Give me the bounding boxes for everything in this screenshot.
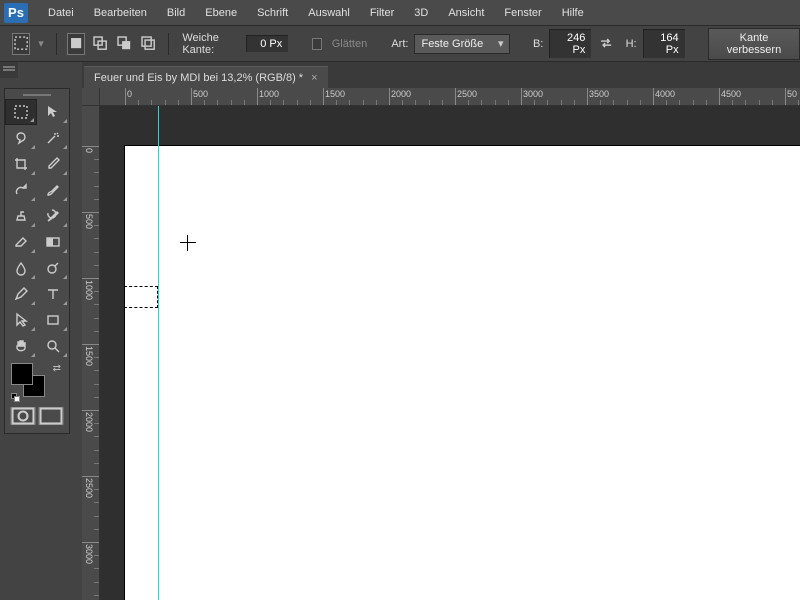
tool-move[interactable] [37, 99, 69, 125]
ruler-v-label: 1500 [84, 346, 94, 366]
width-label: B: [533, 38, 543, 50]
tool-zoom[interactable] [37, 333, 69, 359]
height-input[interactable]: 164 Px [643, 29, 685, 58]
tool-pen[interactable] [5, 281, 37, 307]
panel-collapse-grip[interactable] [0, 62, 18, 78]
ruler-v-label: 500 [84, 214, 94, 229]
tool-gradient[interactable] [37, 229, 69, 255]
crosshair-cursor-icon [180, 235, 196, 251]
style-select[interactable]: Feste Größe▾ [414, 34, 510, 54]
tool-history-brush[interactable] [37, 203, 69, 229]
menu-bearbeiten[interactable]: Bearbeiten [84, 3, 157, 23]
menu-filter[interactable]: Filter [360, 3, 404, 23]
style-label: Art: [391, 38, 408, 50]
menubar: Ps Datei Bearbeiten Bild Ebene Schrift A… [0, 0, 800, 26]
tool-path-select[interactable] [5, 307, 37, 333]
antialias-label: Glätten [332, 38, 367, 50]
tool-type[interactable] [37, 281, 69, 307]
menu-3d[interactable]: 3D [404, 3, 438, 23]
ruler-h-label: 4500 [721, 89, 741, 99]
height-label: H: [626, 38, 637, 50]
tools-grip[interactable] [5, 91, 69, 99]
ruler-horizontal[interactable]: 0 500 1000 1500 2000 2500 3000 3500 4000 4500 50 [100, 88, 800, 106]
ruler-vertical[interactable]: 0 500 1000 1500 2000 2500 3000 [82, 106, 100, 600]
document-tab[interactable]: Feuer und Eis by MDI bei 13,2% (RGB/8) *… [84, 66, 328, 88]
ruler-h-label: 2500 [457, 89, 477, 99]
ruler-origin[interactable] [82, 88, 100, 106]
feather-label: Weiche Kante: [182, 32, 240, 56]
menu-ebene[interactable]: Ebene [195, 3, 247, 23]
screenmode-icon[interactable] [38, 407, 64, 425]
tool-eraser[interactable] [5, 229, 37, 255]
tool-lasso[interactable] [5, 125, 37, 151]
swap-colors-icon[interactable]: ⇄ [53, 363, 61, 374]
app-logo: Ps [4, 3, 28, 23]
menu-bild[interactable]: Bild [157, 3, 195, 23]
tool-preset-marquee-icon[interactable] [12, 33, 30, 55]
ruler-h-label: 3500 [589, 89, 609, 99]
ruler-h-label: 2000 [391, 89, 411, 99]
document-view[interactable] [100, 106, 800, 600]
tool-crop[interactable] [5, 151, 37, 177]
ruler-v-label: 3000 [84, 544, 94, 564]
marquee-selection[interactable] [124, 286, 158, 308]
ruler-h-label: 1000 [259, 89, 279, 99]
tool-clone-stamp[interactable] [5, 203, 37, 229]
ruler-v-label: 0 [84, 148, 94, 153]
tool-dodge[interactable] [37, 255, 69, 281]
menu-schrift[interactable]: Schrift [247, 3, 298, 23]
selection-add-icon[interactable] [91, 33, 109, 55]
width-input[interactable]: 246 Px [549, 29, 591, 58]
ruler-h-label: 1500 [325, 89, 345, 99]
ruler-v-label: 2500 [84, 478, 94, 498]
feather-input[interactable]: 0 Px [246, 35, 288, 52]
document-tab-title: Feuer und Eis by MDI bei 13,2% (RGB/8) * [94, 72, 303, 84]
menu-hilfe[interactable]: Hilfe [552, 3, 594, 23]
tool-eyedropper[interactable] [37, 151, 69, 177]
canvas[interactable] [125, 146, 800, 600]
dropdown-caret-icon[interactable]: ▾ [38, 37, 44, 50]
document-tab-bar: Feuer und Eis by MDI bei 13,2% (RGB/8) *… [82, 62, 800, 88]
ruler-v-label: 2000 [84, 412, 94, 432]
ruler-v-label: 1000 [84, 280, 94, 300]
swatches: ⇄ [11, 363, 63, 403]
menu-datei[interactable]: Datei [38, 3, 84, 23]
antialias-checkbox[interactable] [312, 38, 322, 50]
tool-blur[interactable] [5, 255, 37, 281]
quickmask-icon[interactable] [10, 407, 36, 425]
tool-rectangle[interactable] [37, 307, 69, 333]
guide-vertical[interactable] [158, 106, 159, 600]
ruler-h-label: 50 [787, 89, 797, 99]
menu-fenster[interactable]: Fenster [494, 3, 551, 23]
selection-subtract-icon[interactable] [115, 33, 133, 55]
menu-ansicht[interactable]: Ansicht [438, 3, 494, 23]
work-area: 0 500 1000 1500 2000 2500 3000 3500 4000 4500 50 0… [82, 88, 800, 600]
foreground-swatch[interactable] [11, 363, 33, 385]
selection-new-icon[interactable] [67, 33, 85, 55]
tool-magic-wand[interactable] [37, 125, 69, 151]
close-icon[interactable]: × [311, 72, 317, 84]
tool-brush[interactable] [37, 177, 69, 203]
tools-panel: ⇄ [4, 88, 70, 434]
default-colors-icon[interactable] [11, 393, 21, 403]
swap-wh-icon[interactable] [597, 33, 615, 55]
ruler-h-label: 4000 [655, 89, 675, 99]
tool-spot-heal[interactable] [5, 177, 37, 203]
ruler-h-label: 3000 [523, 89, 543, 99]
tool-hand[interactable] [5, 333, 37, 359]
tool-rectangular-marquee[interactable] [5, 99, 37, 125]
options-bar: ▾ Weiche Kante: 0 Px Glätten Art: Feste … [0, 26, 800, 62]
selection-intersect-icon[interactable] [139, 33, 157, 55]
ruler-h-label: 500 [193, 89, 208, 99]
menu-auswahl[interactable]: Auswahl [298, 3, 360, 23]
refine-edge-button[interactable]: Kante verbessern [708, 28, 800, 60]
ruler-h-label: 0 [127, 89, 132, 99]
